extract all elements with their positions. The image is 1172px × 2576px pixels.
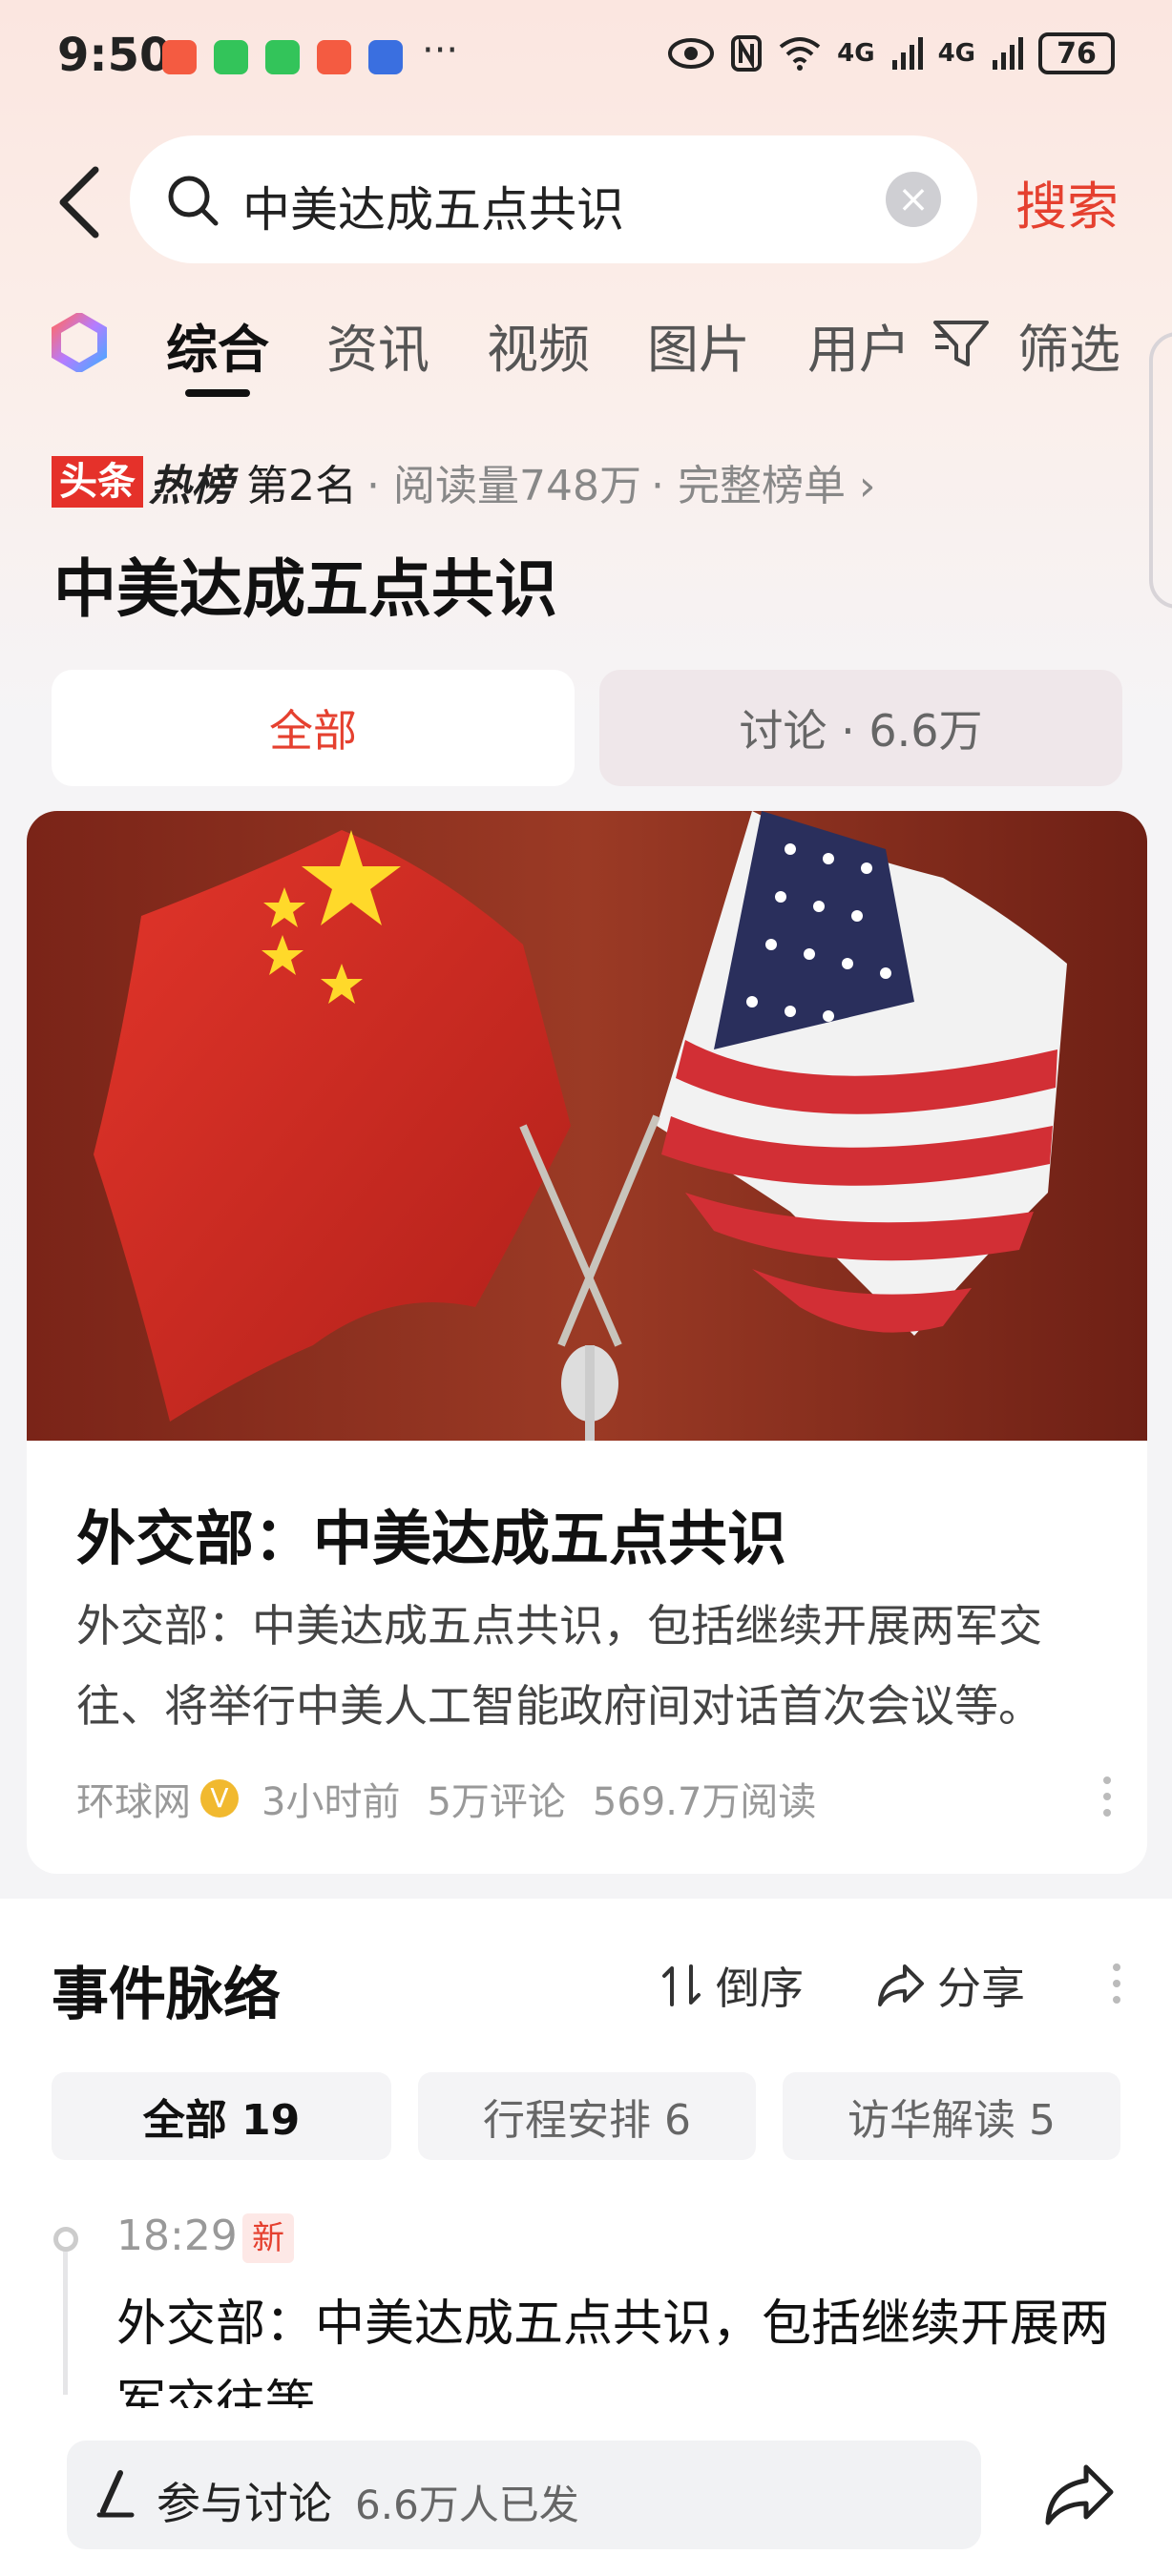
battery-level: 76 <box>1057 36 1097 71</box>
section-more-icon[interactable] <box>1111 1962 1122 2005</box>
hot-rank-row[interactable]: 头条 热榜 第2名 · 阅读量748万 · 完整榜单 › <box>52 456 876 510</box>
search-box[interactable]: 中美达成五点共识 × <box>130 135 977 263</box>
back-arrow-icon[interactable] <box>53 164 107 240</box>
share-label: 分享 <box>937 1963 1025 2014</box>
verified-icon: V <box>200 1779 239 1818</box>
search-icon <box>168 176 219 226</box>
discuss-input[interactable]: 参与讨论 6.6万人已发 <box>67 2441 981 2549</box>
news-comments: 5万评论 <box>427 1780 566 1824</box>
toutiao-badge: 头条 <box>52 456 143 508</box>
timeline-line <box>63 2252 68 2395</box>
chip-analysis[interactable]: 访华解读 5 <box>783 2072 1120 2160</box>
nfc-icon <box>731 35 763 72</box>
signal-icon <box>891 37 923 70</box>
news-source[interactable]: 环球网 <box>76 1771 191 1826</box>
timeline-item-text[interactable]: 外交部：中美达成五点共识，包括继续开展两军交往等 <box>116 2284 1128 2408</box>
wechat-app-icon <box>214 40 248 74</box>
pen-icon <box>96 2470 135 2518</box>
news-reads: 569.7万阅读 <box>592 1780 817 1824</box>
discuss-count: 6.6万人已发 <box>355 2482 579 2528</box>
bottom-bar: 参与讨论 6.6万人已发 <box>0 2414 1172 2576</box>
clear-search-button[interactable]: × <box>886 172 941 227</box>
share-button[interactable]: 分享 <box>876 1954 1025 2017</box>
sort-label: 倒序 <box>716 1963 804 2014</box>
section-title: 事件脉络 <box>52 1962 281 2028</box>
wechat-app-icon-2 <box>265 40 300 74</box>
side-panel-handle[interactable] <box>1149 332 1172 609</box>
wifi-icon <box>779 37 821 71</box>
timeline-dot <box>53 2227 78 2252</box>
timeline-time: 18:29 <box>116 2212 238 2260</box>
filter-icon[interactable] <box>931 317 991 370</box>
hot-list-label: 热榜 <box>149 462 233 510</box>
news-time: 3小时前 <box>262 1780 401 1824</box>
flags-photo[interactable] <box>27 811 1147 1441</box>
sort-button[interactable]: 倒序 <box>660 1954 804 2017</box>
app-logo-icon[interactable] <box>50 313 109 372</box>
eye-icon <box>668 38 715 69</box>
chip-all[interactable]: 全部 19 <box>52 2072 391 2160</box>
weibo-app-icon <box>162 40 197 74</box>
new-badge: 新 <box>242 2213 294 2263</box>
search-button[interactable]: 搜索 <box>1015 164 1119 239</box>
tab-users[interactable]: 用户 <box>807 307 910 383</box>
share-icon[interactable] <box>1042 2462 1117 2528</box>
filter-button[interactable]: 筛选 <box>1017 307 1120 383</box>
segment-all[interactable]: 全部 <box>52 670 575 786</box>
read-count: · 阅读量748万 <box>366 462 641 510</box>
segment-discuss[interactable]: 讨论 · 6.6万 <box>599 670 1122 786</box>
weibo-app-icon-2 <box>317 40 351 74</box>
news-title[interactable]: 外交部：中美达成五点共识 <box>76 1490 786 1576</box>
baidu-app-icon <box>368 40 403 74</box>
news-summary: 外交部：中美达成五点共识，包括继续开展两军交往、将举行中美人工智能政府间对话首次… <box>76 1600 1042 1732</box>
full-list-link[interactable]: · 完整榜单 › <box>651 451 876 512</box>
news-card[interactable]: 外交部：中美达成五点共识 外交部：中美达成五点共识，包括继续开展两军交往、将举行… <box>27 811 1147 1874</box>
tab-comprehensive[interactable]: 综合 <box>166 307 269 383</box>
signal-4g-label-2: 4G <box>937 39 975 68</box>
search-input[interactable]: 中美达成五点共识 <box>242 172 624 240</box>
battery-indicator: 76 <box>1038 32 1115 74</box>
discuss-label: 参与讨论 <box>157 2478 332 2529</box>
signal-4g-label: 4G <box>837 39 875 68</box>
tab-news[interactable]: 资讯 <box>326 307 429 383</box>
more-options-icon[interactable] <box>1101 1775 1113 1818</box>
signal-icon-2 <box>993 37 1023 70</box>
status-bar: 9:50 ··· 4G 4G 76 <box>0 0 1172 114</box>
more-notifications-icon: ··· <box>422 29 459 73</box>
tab-images[interactable]: 图片 <box>647 307 750 383</box>
topic-title: 中美达成五点共识 <box>53 552 557 626</box>
tab-video[interactable]: 视频 <box>487 307 590 383</box>
clock: 9:50 <box>57 29 172 82</box>
share-icon <box>878 1964 924 2006</box>
hot-rank: 第2名 <box>246 462 357 510</box>
active-tab-indicator <box>185 389 250 397</box>
news-meta: 环球网 V 3小时前 5万评论 569.7万阅读 <box>76 1771 816 1826</box>
sort-icon <box>662 1964 701 2006</box>
status-icons: 4G 4G 76 <box>667 32 1115 74</box>
chip-itinerary[interactable]: 行程安排 6 <box>418 2072 756 2160</box>
